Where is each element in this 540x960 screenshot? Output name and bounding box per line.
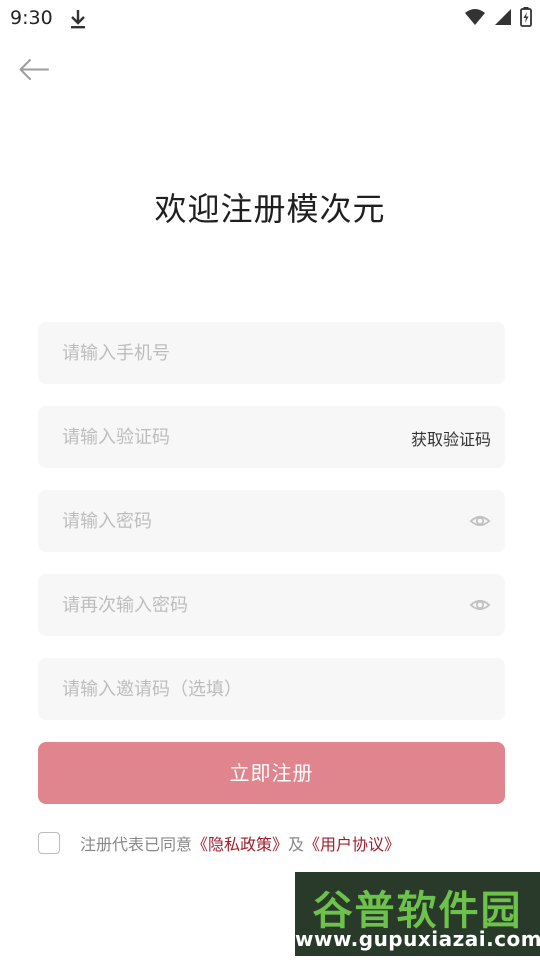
status-bar: 9:30 xyxy=(0,0,540,36)
system-icons xyxy=(464,7,532,27)
watermark: 谷普软件园 www.gupuxiazai.com xyxy=(295,872,540,956)
phone-field-container xyxy=(38,322,505,384)
eye-icon[interactable] xyxy=(469,594,491,616)
download-icon xyxy=(71,10,85,29)
invite-field-container xyxy=(38,658,505,720)
back-button[interactable] xyxy=(14,50,54,90)
invite-code-input[interactable] xyxy=(38,658,505,720)
privacy-policy-link[interactable]: 《隐私政策》 xyxy=(192,835,288,854)
code-field-container: 获取验证码 xyxy=(38,406,505,468)
get-code-button[interactable]: 获取验证码 xyxy=(411,426,491,450)
page-title: 欢迎注册模次元 xyxy=(154,190,386,228)
agreement-conjunction: 及 xyxy=(288,835,305,854)
wifi-icon xyxy=(465,9,485,25)
confirm-password-input[interactable] xyxy=(38,574,505,636)
eye-icon[interactable] xyxy=(469,510,491,532)
arrow-left-icon xyxy=(19,59,49,80)
agreement-checkbox[interactable] xyxy=(38,832,60,854)
battery-icon xyxy=(520,7,532,27)
password-input[interactable] xyxy=(38,490,505,552)
agreement-text: 注册代表已同意《隐私政策》及《用户协议》 xyxy=(80,831,400,855)
register-button[interactable]: 立即注册 xyxy=(38,742,505,804)
signal-icon xyxy=(495,9,511,25)
user-agreement-link[interactable]: 《用户协议》 xyxy=(304,835,400,854)
agreement-row: 注册代表已同意《隐私政策》及《用户协议》 xyxy=(38,830,400,856)
password-field-container xyxy=(38,490,505,552)
phone-input[interactable] xyxy=(38,322,505,384)
confirm-password-field-container xyxy=(38,574,505,636)
watermark-url: www.gupuxiazai.com xyxy=(295,927,540,951)
agreement-prefix: 注册代表已同意 xyxy=(80,835,193,854)
status-time: 9:30 xyxy=(10,7,53,29)
